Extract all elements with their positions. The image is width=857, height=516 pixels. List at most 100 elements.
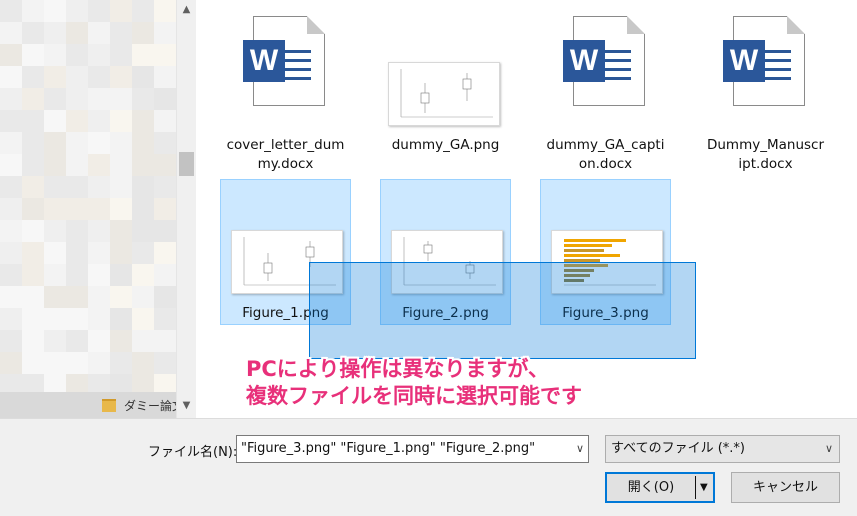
blur-tile: [110, 286, 132, 308]
blur-tile: [44, 132, 66, 154]
word-doc-icon: W: [715, 12, 815, 112]
blur-tile: [66, 176, 88, 198]
filename-label: ファイル名(N):: [148, 445, 238, 460]
blur-tile: [154, 22, 176, 44]
blur-tile: [66, 132, 88, 154]
file-item-cover-letter[interactable]: W cover_letter_dum my.docx: [220, 6, 351, 172]
blur-tile: [0, 264, 22, 286]
blur-tile: [132, 352, 154, 374]
blur-tile: [154, 110, 176, 132]
blur-tile: [154, 154, 176, 176]
file-item-dummy-ga-caption[interactable]: W dummy_GA_capti on.docx: [540, 6, 671, 172]
blur-tile: [110, 132, 132, 154]
blur-tile: [0, 220, 22, 242]
dropdown-arrow-icon[interactable]: ▼: [700, 474, 708, 501]
blur-tile: [154, 66, 176, 88]
scroll-up-arrow-icon[interactable]: ▲: [177, 4, 196, 15]
blur-tile: [44, 330, 66, 352]
blur-tile: [66, 22, 88, 44]
chevron-down-icon[interactable]: ∨: [576, 436, 584, 462]
scrollbar-thumb[interactable]: [179, 152, 194, 176]
blur-tile: [22, 132, 44, 154]
file-label: dummy_GA.png: [391, 137, 500, 153]
blur-tile: [110, 264, 132, 286]
blur-tile: [44, 66, 66, 88]
blur-tile: [44, 352, 66, 374]
blur-tile: [110, 44, 132, 66]
blur-tile: [44, 264, 66, 286]
folder-icon: [102, 398, 116, 412]
nav-scrollbar[interactable]: ▲ ▼: [176, 0, 196, 418]
cancel-button[interactable]: キャンセル: [731, 472, 840, 503]
blur-tile: [110, 88, 132, 110]
blur-tile: [66, 286, 88, 308]
blur-tile: [66, 88, 88, 110]
blur-tile: [22, 286, 44, 308]
blur-tile: [66, 352, 88, 374]
blur-tile: [66, 308, 88, 330]
blur-tile: [44, 242, 66, 264]
blur-tile: [44, 44, 66, 66]
blur-tile: [0, 88, 22, 110]
blur-tile: [132, 330, 154, 352]
blur-tile: [44, 286, 66, 308]
blur-tile: [154, 286, 176, 308]
blur-tile: [22, 308, 44, 330]
blur-tile: [0, 242, 22, 264]
filetype-select[interactable]: すべてのファイル (*.*) ∨: [605, 435, 840, 463]
blur-tile: [88, 0, 110, 22]
nav-item-label: ダミー論文: [124, 398, 176, 413]
file-item-dummy-ga[interactable]: dummy_GA.png: [380, 6, 511, 153]
file-item-dummy-manuscript[interactable]: W Dummy_Manuscr ipt.docx: [700, 6, 831, 172]
blur-tile: [66, 198, 88, 220]
blur-tile: [88, 154, 110, 176]
split-divider: [695, 476, 696, 499]
blur-tile: [154, 176, 176, 198]
blur-tile: [44, 176, 66, 198]
blur-tile: [88, 352, 110, 374]
nav-item-folder[interactable]: ダミー論文: [0, 392, 176, 418]
blur-tile: [22, 176, 44, 198]
blur-tile: [22, 352, 44, 374]
blur-tile: [0, 286, 22, 308]
blur-tile: [154, 44, 176, 66]
blur-tile: [88, 88, 110, 110]
blur-tile: [88, 132, 110, 154]
blur-tile: [132, 22, 154, 44]
file-label: cover_letter_dum my.docx: [226, 137, 345, 172]
blur-tile: [22, 44, 44, 66]
blur-tile: [22, 220, 44, 242]
blur-tile: [44, 110, 66, 132]
blur-tile: [154, 132, 176, 154]
blur-tile: [0, 22, 22, 44]
blur-tile: [0, 352, 22, 374]
blur-tile: [110, 22, 132, 44]
blur-tile: [88, 264, 110, 286]
word-doc-icon: W: [555, 12, 655, 112]
blur-tile: [88, 44, 110, 66]
open-button[interactable]: 開く(O) ▼: [605, 472, 715, 503]
blur-tile: [110, 220, 132, 242]
blur-tile: [88, 242, 110, 264]
blur-tile: [132, 110, 154, 132]
image-thumbnail-icon: [388, 62, 500, 126]
blur-tile: [44, 154, 66, 176]
blur-tile: [88, 66, 110, 88]
scroll-down-arrow-icon[interactable]: ▼: [177, 400, 196, 411]
blur-tile: [132, 88, 154, 110]
blur-tile: [0, 176, 22, 198]
blur-tile: [88, 220, 110, 242]
blur-tile: [22, 242, 44, 264]
blur-tile: [66, 264, 88, 286]
blur-tile: [110, 176, 132, 198]
blur-tile: [154, 198, 176, 220]
blur-tile: [0, 66, 22, 88]
blur-tile: [66, 330, 88, 352]
blur-tile: [0, 132, 22, 154]
filename-input[interactable]: "Figure_3.png" "Figure_1.png" "Figure_2.…: [236, 435, 589, 463]
filename-value: "Figure_3.png" "Figure_1.png" "Figure_2.…: [241, 441, 536, 456]
blur-tile: [88, 330, 110, 352]
navigation-pane[interactable]: ダミー論文: [0, 0, 176, 418]
chevron-down-icon: ∨: [824, 442, 833, 455]
blur-tile: [44, 198, 66, 220]
